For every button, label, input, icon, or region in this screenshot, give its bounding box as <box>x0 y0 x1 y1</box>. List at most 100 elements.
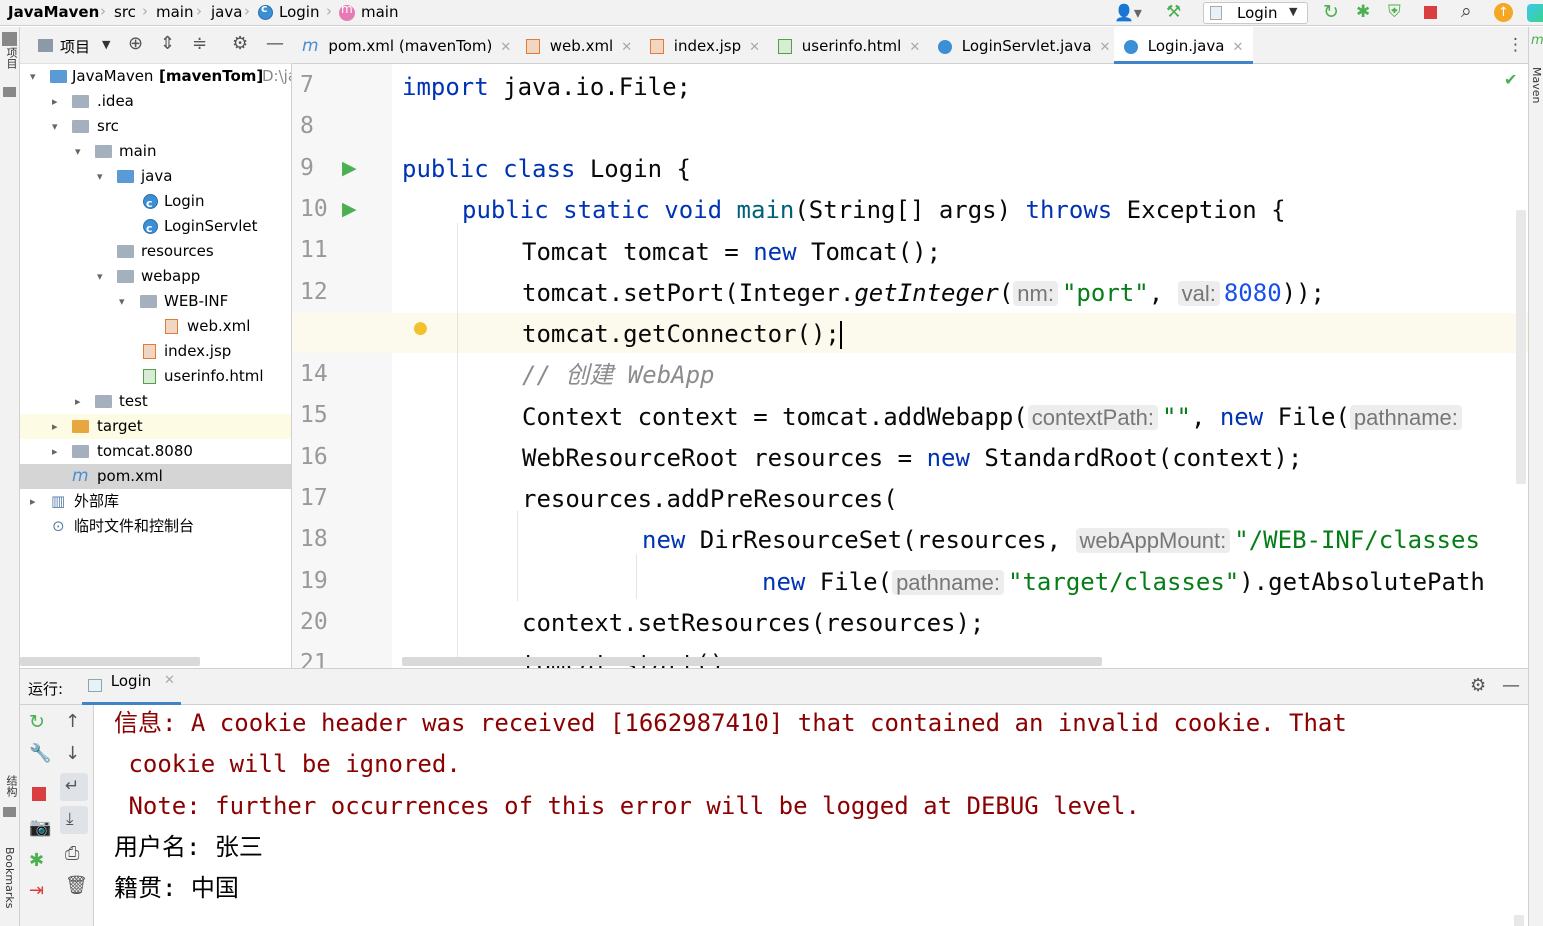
code-line-16: WebResourceRoot resources = new Standard… <box>522 443 1302 473</box>
breadcrumb-item-src[interactable]: src <box>114 3 136 21</box>
tree-row-idea[interactable]: ▸ .idea <box>20 89 291 114</box>
close-icon[interactable]: ✕ <box>621 40 632 55</box>
run-main-icon[interactable]: ▶ <box>342 198 357 220</box>
breadcrumb-method[interactable]: main <box>361 3 398 21</box>
collapse-all-icon[interactable]: ≑ <box>192 33 207 54</box>
chevron-down-icon[interactable]: ▼ <box>102 38 110 51</box>
arrow-down-icon[interactable]: ↓ <box>65 743 80 764</box>
maven-tool-label[interactable]: Maven <box>1530 67 1543 103</box>
print-icon[interactable]: ⎙ <box>65 843 79 864</box>
tree-row-src[interactable]: ▾ src <box>20 114 291 139</box>
tab-userinfo-html[interactable]: userinfo.html ✕ <box>778 27 920 64</box>
tree-row-scratches[interactable]: ⊙ 临时文件和控制台 <box>20 514 291 539</box>
project-tool-label[interactable]: 项目 <box>3 47 19 69</box>
tree-row-webxml[interactable]: web.xml <box>20 314 291 339</box>
expand-all-icon[interactable]: ⇕ <box>160 33 175 54</box>
stop-icon[interactable] <box>32 787 46 801</box>
line-number: 19 <box>300 567 328 594</box>
tree-row-pomxml[interactable]: m pom.xml <box>20 464 291 489</box>
wrench-icon[interactable]: 🔧 <box>29 743 51 764</box>
debug-bug-icon[interactable]: ✱ <box>1356 2 1370 28</box>
chevron-down-icon[interactable]: ▾ <box>75 139 81 164</box>
close-icon[interactable]: ✕ <box>909 40 920 55</box>
more-tabs-icon[interactable]: ⋮ <box>1507 35 1524 55</box>
exit-icon[interactable]: ⇥ <box>29 880 44 901</box>
soft-wrap-toggle[interactable]: ↵ <box>60 773 88 801</box>
close-icon[interactable]: ✕ <box>1100 40 1111 55</box>
chevron-right-icon[interactable]: ▸ <box>30 489 36 514</box>
gear-icon[interactable]: ⚙ <box>1470 675 1486 696</box>
tree-row-main[interactable]: ▾ main <box>20 139 291 164</box>
chevron-down-icon[interactable]: ▾ <box>30 64 36 89</box>
tree-row-test[interactable]: ▸ test <box>20 389 291 414</box>
close-icon[interactable]: ✕ <box>749 40 760 55</box>
hide-panel-icon[interactable]: — <box>266 33 284 54</box>
tree-row-tomcat[interactable]: ▸ tomcat.8080 <box>20 439 291 464</box>
lightbulb-icon[interactable]: ● <box>413 318 428 338</box>
chevron-down-icon[interactable]: ▾ <box>97 164 103 189</box>
tab-web-xml[interactable]: web.xml ✕ <box>526 27 632 64</box>
tab-run-login[interactable]: Login ✕ <box>82 669 181 705</box>
project-folder-icon[interactable] <box>2 32 17 46</box>
chevron-right-icon[interactable]: ▸ <box>75 389 81 414</box>
trash-icon[interactable]: 🗑 <box>65 875 88 896</box>
locate-target-icon[interactable]: ⊕ <box>128 33 143 54</box>
user-icon[interactable]: 👤▾ <box>1114 3 1142 29</box>
structure-tool-label[interactable]: 结构 <box>3 775 19 797</box>
bookmarks-tool-label[interactable]: Bookmarks <box>3 847 16 908</box>
gear-icon[interactable]: ⚙ <box>232 33 248 54</box>
tree-row-indexjsp[interactable]: index.jsp <box>20 339 291 364</box>
debug-bug-icon[interactable]: ✱ <box>29 850 44 871</box>
arrow-up-icon[interactable]: ↑ <box>65 711 80 732</box>
search-icon[interactable]: ⌕ <box>1461 0 1472 26</box>
chevron-down-icon[interactable]: ▾ <box>52 114 58 139</box>
close-icon[interactable]: ✕ <box>164 673 175 688</box>
breadcrumb-item-main[interactable]: main <box>156 3 193 21</box>
chevron-right-icon[interactable]: ▸ <box>52 439 58 464</box>
tab-loginservlet-java[interactable]: LoginServlet.java ✕ <box>938 27 1110 64</box>
breadcrumb-class[interactable]: Login <box>279 3 319 21</box>
scroll-to-end-toggle[interactable]: ⤓ <box>60 806 88 834</box>
vertical-scrollbar[interactable] <box>1514 915 1524 926</box>
tree-row-loginservlet[interactable]: LoginServlet <box>20 214 291 241</box>
run-class-icon[interactable]: ▶ <box>342 157 357 179</box>
chevron-right-icon[interactable]: ▸ <box>52 89 58 114</box>
chevron-right-icon[interactable]: ▸ <box>52 414 58 439</box>
tab-login-java[interactable]: Login.java ✕ <box>1114 27 1254 64</box>
tab-pom-xml[interactable]: m pom.xml (mavenTom) ✕ <box>302 27 511 64</box>
tree-row-login[interactable]: Login <box>20 189 291 216</box>
breadcrumb-item-java[interactable]: java <box>211 3 242 21</box>
tree-row-userinfo[interactable]: userinfo.html <box>20 364 291 389</box>
update-icon[interactable]: ↑ <box>1494 3 1513 22</box>
horizontal-scrollbar[interactable] <box>20 657 200 666</box>
tree-row-root[interactable]: ▾ JavaMaven [mavenTom] D:\ja <box>20 64 291 89</box>
project-panel-title[interactable]: 项目 <box>60 36 90 57</box>
run-config-select[interactable]: Login ▼ <box>1203 2 1308 24</box>
horizontal-scrollbar[interactable] <box>402 657 1102 666</box>
chevron-down-icon[interactable]: ▾ <box>97 264 103 289</box>
tree-row-external-libs[interactable]: ▸ ▥ 外部库 <box>20 489 291 514</box>
tree-row-webapp[interactable]: ▾ webapp <box>20 264 291 289</box>
build-hammer-icon[interactable]: ⚒ <box>1166 2 1181 28</box>
close-icon[interactable]: ✕ <box>500 40 511 55</box>
plugin-logo-icon[interactable] <box>1527 4 1543 22</box>
tree-row-resources[interactable]: resources <box>20 239 291 264</box>
run-console[interactable]: 信息: A cookie header was received [166298… <box>94 705 1528 926</box>
breadcrumb-project[interactable]: JavaMaven <box>8 3 99 21</box>
vertical-scrollbar[interactable] <box>1516 210 1526 484</box>
rerun-icon[interactable]: ↻ <box>29 711 45 733</box>
close-icon[interactable]: ✕ <box>1232 40 1243 55</box>
coverage-icon[interactable]: ⛨ <box>1388 2 1401 28</box>
code-editor[interactable]: import java.io.File; public class Login … <box>392 64 1528 668</box>
camera-icon[interactable]: 📷 <box>29 817 51 838</box>
rerun-icon[interactable]: ↻ <box>1323 1 1339 27</box>
minimize-icon[interactable]: — <box>1502 675 1520 696</box>
inspection-ok-icon[interactable]: ✔ <box>1504 70 1517 89</box>
tree-row-java[interactable]: ▾ java <box>20 164 291 189</box>
maven-icon[interactable]: m <box>1531 33 1543 48</box>
chevron-down-icon[interactable]: ▾ <box>119 289 125 314</box>
stop-icon[interactable] <box>1424 6 1437 19</box>
tree-row-target[interactable]: ▸ target <box>20 414 291 439</box>
tab-index-jsp[interactable]: index.jsp ✕ <box>650 27 760 64</box>
tree-row-webinf[interactable]: ▾ WEB-INF <box>20 289 291 314</box>
